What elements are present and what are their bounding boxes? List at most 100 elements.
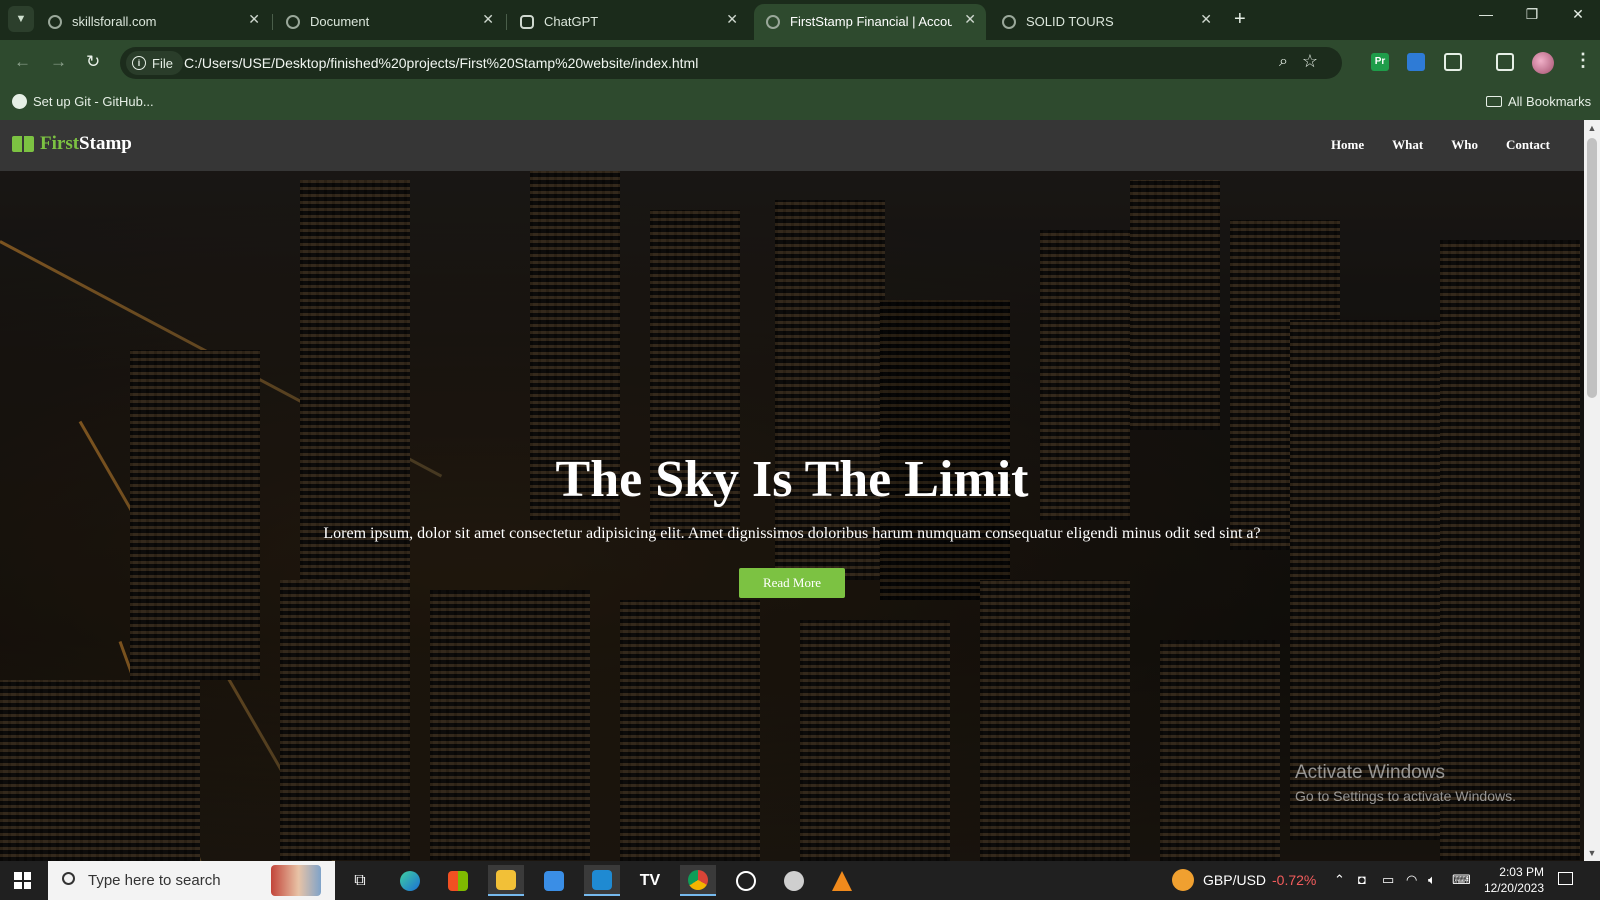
extension-pr-icon[interactable]: Pr [1371, 53, 1389, 71]
vlc-icon[interactable] [824, 865, 860, 896]
menu-kebab-icon[interactable]: ⋮ [1574, 50, 1592, 71]
system-clock[interactable]: 2:03 PM 12/20/2023 [1474, 864, 1544, 896]
tab-title: Document [310, 14, 370, 29]
close-icon[interactable]: ✕ [726, 11, 738, 28]
globe-icon [1002, 15, 1016, 29]
clock-time: 2:03 PM [1499, 865, 1544, 879]
reload-icon[interactable]: ↻ [86, 52, 100, 72]
new-tab-button[interactable]: + [1234, 8, 1246, 31]
site-info-chip[interactable]: i File [126, 51, 183, 75]
watermark-line-1: Activate Windows [1295, 762, 1445, 783]
tab-search-button[interactable]: ▼ [8, 6, 34, 32]
bookmark-github[interactable]: Set up Git - GitHub... [12, 94, 154, 109]
address-bar[interactable]: i File C:/Users/USE/Desktop/finished%20p… [120, 47, 1342, 79]
close-icon[interactable]: ✕ [248, 11, 260, 28]
tab-skillsforall[interactable]: skillsforall.com ✕ [36, 4, 270, 40]
tab-chatgpt[interactable]: ChatGPT ✕ [508, 4, 748, 40]
ticker-icon[interactable] [1172, 869, 1194, 891]
brand-second: Stamp [79, 133, 132, 154]
page-viewport: The Sky Is The Limit Lorem ipsum, dolor … [0, 120, 1584, 861]
windows-start-icon[interactable] [14, 872, 31, 889]
file-explorer-icon[interactable] [488, 865, 524, 896]
tab-separator [506, 14, 507, 30]
wifi-icon[interactable]: ◠ [1406, 872, 1417, 888]
forward-arrow-icon[interactable]: → [50, 52, 67, 72]
zoom-icon[interactable]: ⌕ [1279, 53, 1288, 71]
info-icon: i [132, 56, 146, 70]
search-highlight-image [271, 865, 321, 896]
clock-date: 12/20/2023 [1483, 881, 1544, 895]
activate-windows-watermark: Activate Windows Go to Settings to activ… [1295, 762, 1516, 804]
hero-section: The Sky Is The Limit Lorem ipsum, dolor … [0, 120, 1584, 861]
chevron-up-icon[interactable]: ⌃ [1334, 872, 1345, 888]
scroll-thumb[interactable] [1587, 138, 1597, 398]
tradingview-icon[interactable]: TV [632, 865, 668, 896]
camera-icon[interactable]: ◘ [1358, 872, 1366, 887]
nav-links: Home What Who Contact [1331, 137, 1550, 153]
volume-icon[interactable]: 🔈︎ [1428, 872, 1436, 888]
back-arrow-icon[interactable]: ← [14, 52, 31, 72]
all-bookmarks-label: All Bookmarks [1508, 94, 1592, 109]
globe-icon [286, 15, 300, 29]
url-text[interactable]: C:/Users/USE/Desktop/finished%20projects… [184, 55, 698, 71]
close-icon[interactable]: ✕ [482, 11, 494, 28]
edge-icon[interactable] [392, 865, 428, 896]
tab-firststamp[interactable]: FirstStamp Financial | Accountin ✕ [754, 4, 986, 40]
extension-docs-icon[interactable] [1407, 53, 1425, 71]
close-icon[interactable]: ✕ [1200, 11, 1212, 28]
brand-first: First [40, 133, 80, 154]
tab-solid-tours[interactable]: SOLID TOURS ✕ [990, 4, 1222, 40]
vscode-icon[interactable] [584, 865, 620, 896]
book-icon [12, 136, 34, 152]
task-view-icon[interactable]: ⧉ [342, 865, 378, 896]
scroll-down-arrow-icon[interactable]: ▼ [1584, 845, 1600, 861]
close-window-icon[interactable]: ✕ [1558, 6, 1598, 23]
ticker-name[interactable]: GBP/USD [1203, 872, 1266, 888]
all-bookmarks-button[interactable]: All Bookmarks [1486, 94, 1591, 109]
minimize-icon[interactable]: — [1466, 6, 1506, 22]
battery-icon[interactable]: ▭ [1382, 872, 1394, 888]
extensions-puzzle-icon[interactable] [1444, 53, 1462, 71]
nav-link-contact[interactable]: Contact [1506, 137, 1550, 153]
nav-link-home[interactable]: Home [1331, 137, 1364, 153]
bookmarks-bar: Set up Git - GitHub... All Bookmarks [0, 86, 1600, 121]
close-icon[interactable]: ✕ [964, 11, 976, 28]
scroll-up-arrow-icon[interactable]: ▲ [1584, 120, 1600, 136]
store-icon[interactable] [440, 865, 476, 896]
mail-icon[interactable] [536, 865, 572, 896]
site-logo[interactable]: FirstStamp [12, 133, 132, 155]
notification-icon[interactable] [1558, 872, 1573, 885]
site-chip-label: File [152, 55, 173, 71]
search-app-icon[interactable] [776, 865, 812, 896]
tab-document[interactable]: Document ✕ [274, 4, 504, 40]
nav-link-what[interactable]: What [1392, 137, 1423, 153]
tab-title: SOLID TOURS [1026, 14, 1114, 29]
chatgpt-icon [520, 15, 534, 29]
side-panel-icon[interactable] [1496, 53, 1514, 71]
tab-strip: ▼ skillsforall.com ✕ Document ✕ ChatGPT … [0, 0, 1600, 40]
search-icon [62, 872, 75, 885]
nav-link-who[interactable]: Who [1451, 137, 1478, 153]
bookmark-star-icon[interactable]: ☆ [1302, 51, 1318, 72]
folder-icon [1486, 96, 1502, 107]
github-icon [12, 94, 27, 109]
tab-separator [272, 14, 273, 30]
read-more-button[interactable]: Read More [739, 568, 845, 598]
globe-icon [766, 15, 780, 29]
taskbar-search-placeholder: Type here to search [88, 872, 221, 889]
media-player-icon[interactable] [728, 865, 764, 896]
ticker-value[interactable]: -0.72% [1272, 872, 1316, 888]
bookmark-label: Set up Git - GitHub... [33, 94, 154, 109]
windows-taskbar: Type here to search ⧉ TV GBP/USD -0.72% … [0, 861, 1600, 900]
hero-content: The Sky Is The Limit Lorem ipsum, dolor … [0, 450, 1584, 598]
tab-title: ChatGPT [544, 14, 599, 29]
restore-icon[interactable]: ❐ [1512, 6, 1552, 23]
globe-icon [48, 15, 62, 29]
tab-title: skillsforall.com [72, 14, 157, 29]
chrome-icon[interactable] [680, 865, 716, 896]
profile-avatar[interactable] [1532, 52, 1554, 74]
keyboard-icon[interactable]: ⌨ [1452, 872, 1471, 888]
hero-text: Lorem ipsum, dolor sit amet consectetur … [323, 525, 1261, 542]
page-scrollbar[interactable]: ▲ ▼ [1584, 120, 1600, 861]
taskbar-search-box[interactable]: Type here to search [48, 861, 335, 900]
